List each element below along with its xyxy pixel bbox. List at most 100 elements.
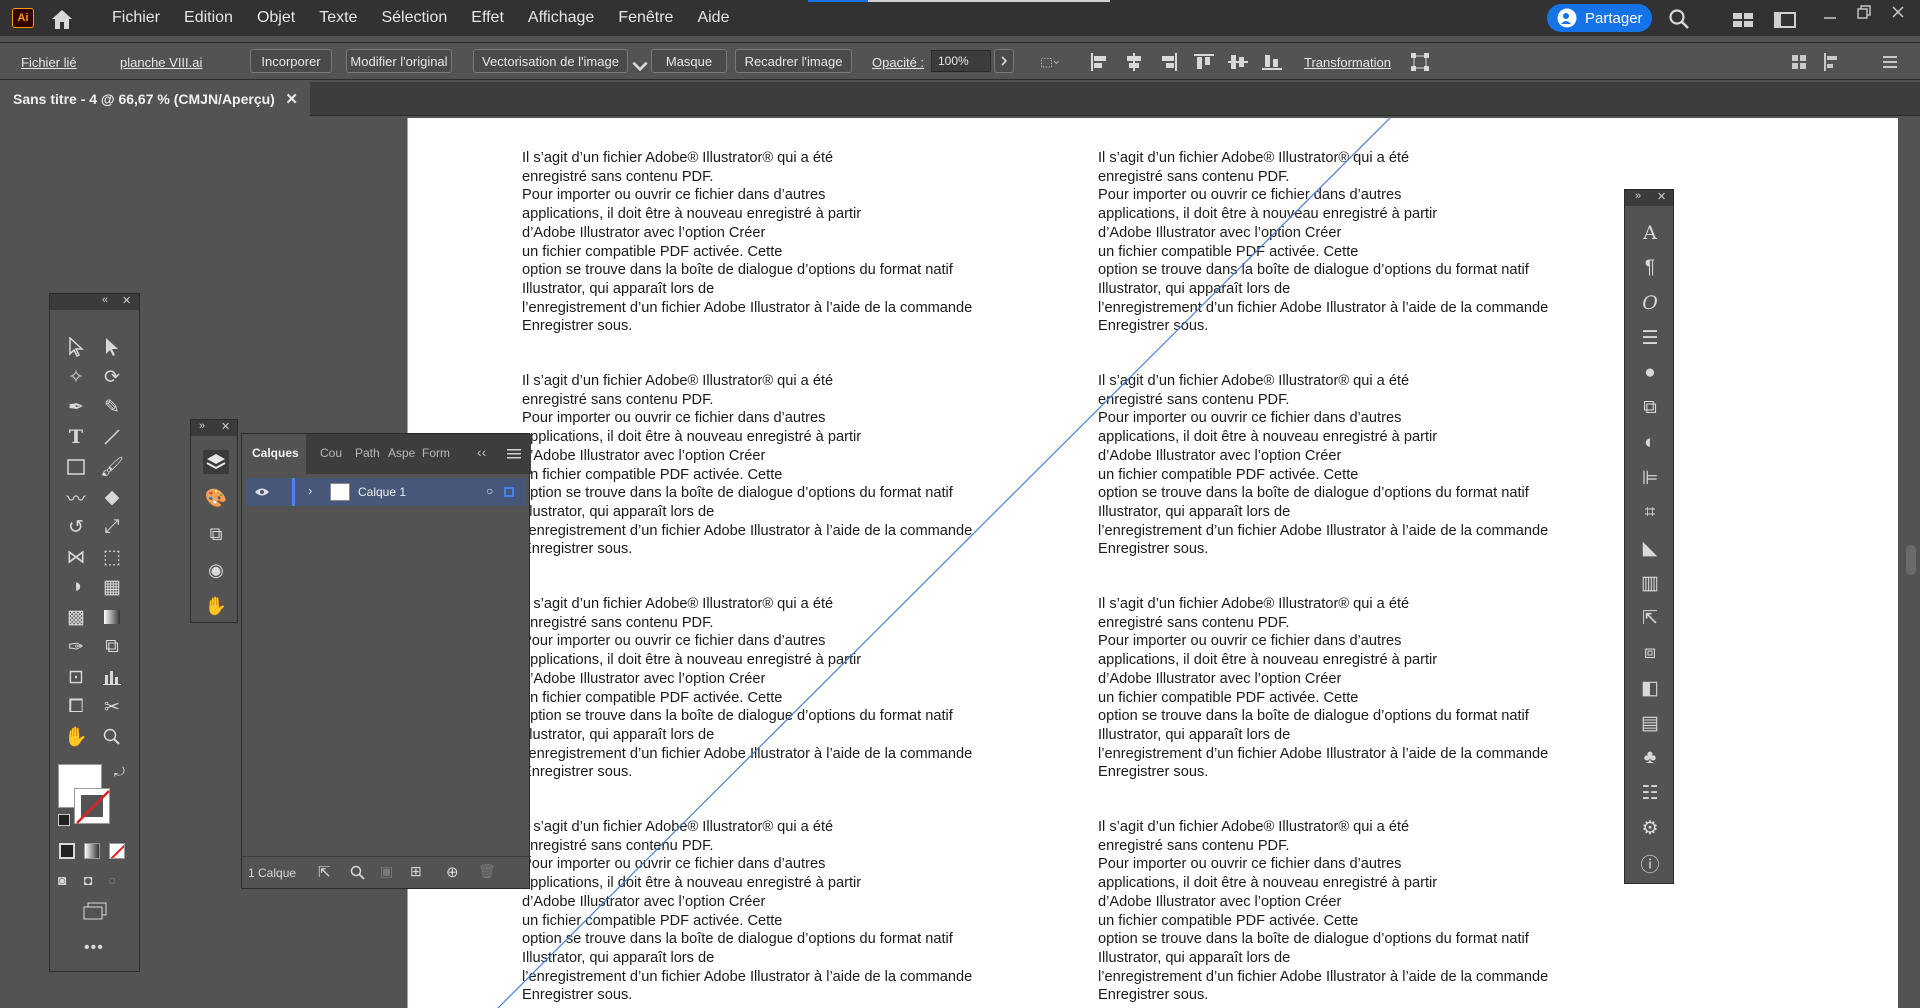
text-block[interactable]: Il s’agit d’un fichier Adobe® Illustrato… xyxy=(1098,149,1548,336)
opentype-icon[interactable]: O xyxy=(1637,290,1663,316)
menu-texte[interactable]: Texte xyxy=(307,9,369,27)
text-block[interactable]: Il s’agit d’un fichier Adobe® Illustrato… xyxy=(522,818,972,1005)
arrange-icon[interactable] xyxy=(1790,53,1810,71)
opacity-input[interactable]: 100% xyxy=(931,50,991,72)
crop-image-button[interactable]: Recadrer l'image xyxy=(735,49,852,73)
menu-edition[interactable]: Edition xyxy=(172,9,245,27)
type-tool-icon[interactable]: T xyxy=(62,424,90,450)
minimize-icon[interactable] xyxy=(1822,10,1838,26)
share-button[interactable]: Partager xyxy=(1547,4,1652,32)
tools-panel-header[interactable]: « ✕ xyxy=(50,294,139,310)
workspace-icon[interactable] xyxy=(1732,12,1754,28)
menu-fenetre[interactable]: Fenêtre xyxy=(606,9,685,27)
links-icon[interactable]: ⇱ xyxy=(1637,605,1663,631)
rotate-tool-icon[interactable]: ↺ xyxy=(62,514,90,540)
export-icon[interactable]: ⇱ xyxy=(318,863,331,881)
panel-menu-icon[interactable] xyxy=(1880,53,1900,71)
text-block[interactable]: Il s’agit d’un fichier Adobe® Illustrato… xyxy=(1098,818,1548,1005)
stroke-icon[interactable]: ☰ xyxy=(1637,325,1663,351)
layer-name[interactable]: Calque 1 xyxy=(358,485,406,499)
document-tab[interactable]: Sans titre - 4 @ 66,67 % (CMJN/Aperçu) ✕ xyxy=(0,82,310,116)
artboards-icon[interactable]: ⧈ xyxy=(1637,640,1663,666)
width-tool-icon[interactable]: ⋈ xyxy=(62,544,90,570)
appearance-icon[interactable]: ◐ xyxy=(1637,430,1663,456)
align-options-icon[interactable] xyxy=(1822,53,1842,71)
menu-fichier[interactable]: Fichier xyxy=(100,9,172,27)
direct-selection-tool-icon[interactable] xyxy=(98,334,126,360)
menu-selection[interactable]: Sélection xyxy=(369,9,459,27)
draw-normal-icon[interactable]: ◙ xyxy=(58,872,76,888)
hand-tool-icon[interactable]: ✋ xyxy=(62,724,90,750)
slice-tool-icon[interactable]: ✂ xyxy=(98,694,126,720)
more-tools-icon[interactable]: ••• xyxy=(84,939,104,957)
text-block[interactable]: Il s’agit d’un fichier Adobe® Illustrato… xyxy=(522,595,972,782)
close-dock-icon[interactable]: ✕ xyxy=(1657,190,1666,203)
image-trace-icon[interactable]: ◧ xyxy=(1637,675,1663,701)
linked-file-link[interactable]: Fichier lié xyxy=(21,55,77,70)
locate-object-icon[interactable] xyxy=(350,865,366,881)
close-window-icon[interactable] xyxy=(1890,4,1906,20)
align-right-icon[interactable] xyxy=(1158,53,1178,71)
embed-button[interactable]: Incorporer xyxy=(250,49,332,73)
align-bottom-icon[interactable] xyxy=(1262,53,1282,71)
eye-icon[interactable] xyxy=(254,487,270,497)
gradient-icon[interactable]: ● xyxy=(1637,360,1663,386)
column-graph-tool-icon[interactable] xyxy=(98,664,126,690)
selection-tool-icon[interactable] xyxy=(62,334,90,360)
align-left-icon[interactable] xyxy=(1090,53,1110,71)
layers-icon[interactable] xyxy=(203,450,229,474)
collapse-icon[interactable]: « xyxy=(102,294,108,306)
opacity-arrow-button[interactable] xyxy=(994,49,1014,73)
stroke-swatch[interactable] xyxy=(74,788,110,824)
expand-icon[interactable]: » xyxy=(199,420,205,432)
info-icon[interactable]: ⓘ xyxy=(1637,850,1663,876)
gradient-tool-icon[interactable] xyxy=(98,604,126,630)
screen-mode-icon[interactable] xyxy=(82,902,110,920)
pathfinder-icon[interactable]: ◣ xyxy=(1637,535,1663,561)
transform-box-icon[interactable] xyxy=(1410,53,1430,71)
curvature-tool-icon[interactable]: ✎ xyxy=(98,394,126,420)
align-horizontal-center-icon[interactable] xyxy=(1124,53,1144,71)
properties-icon[interactable]: ☷ xyxy=(1637,780,1663,806)
panel-menu-icon[interactable] xyxy=(507,448,521,460)
lasso-tool-icon[interactable]: ⟳ xyxy=(98,364,126,390)
search-icon[interactable] xyxy=(1668,8,1690,30)
expand-icon[interactable]: » xyxy=(1635,190,1641,202)
menu-effet[interactable]: Effet xyxy=(459,9,516,27)
gradient-mode-icon[interactable] xyxy=(84,843,100,859)
opacity-label[interactable]: Opacité : xyxy=(872,55,924,70)
align-icon[interactable]: ⊫ xyxy=(1637,465,1663,491)
shape-builder-tool-icon[interactable]: ◑ xyxy=(62,574,90,600)
tab-couleur[interactable]: Cou xyxy=(320,446,342,460)
default-colors-icon[interactable] xyxy=(58,814,70,826)
text-block[interactable]: Il s’agit d’un fichier Adobe® Illustrato… xyxy=(1098,595,1548,782)
chevron-down-icon[interactable] xyxy=(630,57,650,75)
perspective-grid-tool-icon[interactable]: ▦ xyxy=(98,574,126,600)
shaper-tool-icon[interactable]: 〰 xyxy=(62,484,90,510)
new-layer-icon[interactable]: ⊕ xyxy=(446,863,459,881)
paintbrush-tool-icon[interactable]: 🖌 xyxy=(98,454,126,480)
align-top-icon[interactable] xyxy=(1194,53,1214,71)
close-tab-icon[interactable]: ✕ xyxy=(285,90,298,108)
align-to-selection-icon[interactable] xyxy=(1040,53,1060,71)
free-transform-tool-icon[interactable]: ⬚ xyxy=(98,544,126,570)
image-trace-button[interactable]: Vectorisation de l'image xyxy=(473,49,628,73)
trash-icon[interactable]: 🗑 xyxy=(478,863,496,880)
expand-layer-icon[interactable]: › xyxy=(308,483,312,498)
tab-pathfinder[interactable]: Path xyxy=(355,446,380,460)
file-name-link[interactable]: planche VIII.ai xyxy=(120,55,202,70)
menu-objet[interactable]: Objet xyxy=(245,9,307,27)
new-sublayer-icon[interactable]: ⊞ xyxy=(410,863,422,880)
menu-aide[interactable]: Aide xyxy=(685,9,741,27)
magic-wand-tool-icon[interactable]: ✧ xyxy=(62,364,90,390)
draw-behind-icon[interactable]: ◘ xyxy=(84,872,102,888)
tab-forme[interactable]: Form xyxy=(422,446,450,460)
scrollbar-thumb[interactable] xyxy=(1906,545,1916,575)
selection-indicator[interactable] xyxy=(504,487,514,497)
settings-icon[interactable]: ⚙ xyxy=(1637,815,1663,841)
target-icon[interactable]: ○ xyxy=(486,484,493,498)
rectangle-tool-icon[interactable] xyxy=(62,454,90,480)
artboard[interactable]: Il s’agit d’un fichier Adobe® Illustrato… xyxy=(407,118,1898,1008)
close-dock-icon[interactable]: ✕ xyxy=(221,420,230,433)
blend-tool-icon[interactable]: ⧉ xyxy=(98,634,126,660)
